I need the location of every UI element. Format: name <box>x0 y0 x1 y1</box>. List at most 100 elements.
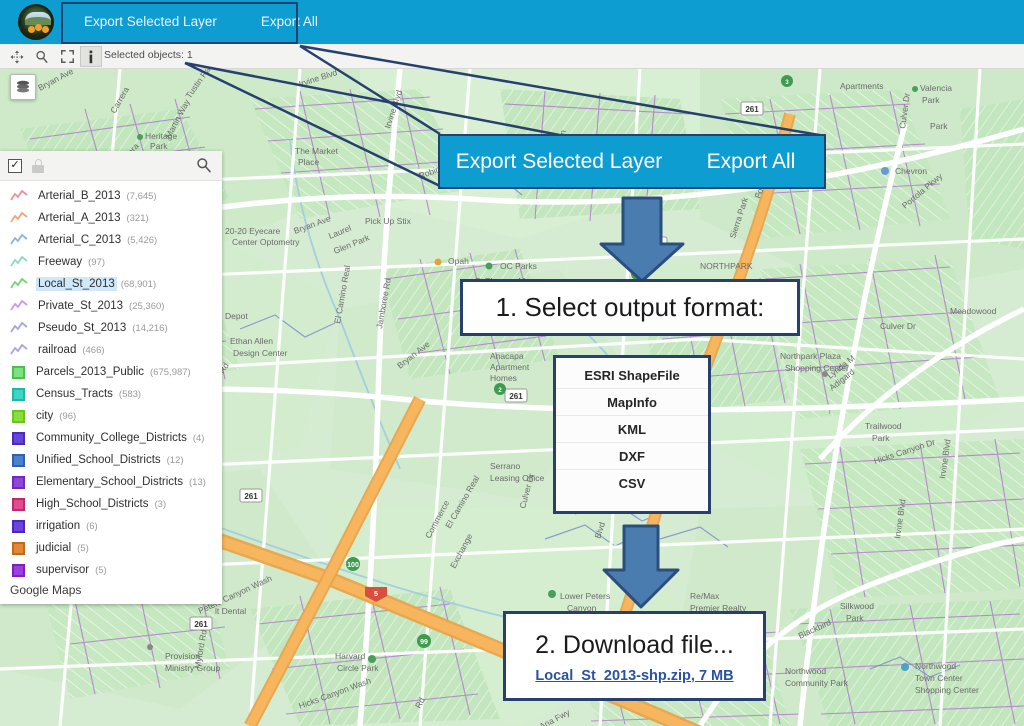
down-arrow-1 <box>597 196 687 284</box>
svg-text:Community Park: Community Park <box>785 678 849 688</box>
info-i-icon <box>85 50 97 64</box>
svg-text:lt Dental: lt Dental <box>215 606 246 616</box>
header-menu[interactable]: Export Selected LayerExport All <box>62 1 340 43</box>
layer-row[interactable]: Freeway(97) <box>0 251 222 273</box>
svg-text:Serrano: Serrano <box>490 461 521 471</box>
layer-row[interactable]: Community_College_Districts(4) <box>0 427 222 449</box>
line-symbol-icon <box>10 211 28 225</box>
layer-feature-count: (12) <box>167 455 184 466</box>
full-extent-tool-icon[interactable] <box>56 46 78 67</box>
svg-text:Depot: Depot <box>225 311 248 321</box>
output-format-dropdown[interactable]: ESRI ShapeFileMapInfoKMLDXFCSV <box>553 355 711 514</box>
basemap-layers-button[interactable] <box>10 74 36 100</box>
layer-row[interactable]: city (96) <box>0 405 222 427</box>
format-option[interactable]: CSV <box>556 470 708 497</box>
layer-feature-count: (6) <box>86 521 98 532</box>
svg-text:Northwood: Northwood <box>785 666 826 676</box>
layer-feature-count: (14,216) <box>132 323 167 334</box>
pan-tool-icon[interactable] <box>6 46 28 67</box>
svg-text:261: 261 <box>194 620 208 629</box>
line-symbol-icon <box>10 343 28 357</box>
svg-text:Town Center: Town Center <box>915 673 963 683</box>
layer-feature-count: (7,645) <box>126 191 156 202</box>
lock-icon[interactable] <box>32 159 44 173</box>
map-toolbar[interactable]: Selected objects: 1 <box>0 44 1024 69</box>
layer-feature-count: (5) <box>95 565 107 576</box>
map-attribution: Google Maps <box>10 583 81 597</box>
svg-text:Chevron: Chevron <box>895 166 927 176</box>
svg-text:Opah: Opah <box>448 256 469 266</box>
zoom-tool-icon[interactable] <box>31 46 53 67</box>
layer-row[interactable]: Pseudo_St_2013(14,216) <box>0 317 222 339</box>
down-arrow-2 <box>600 524 682 610</box>
layer-row[interactable]: supervisor(5) <box>0 559 222 581</box>
format-option[interactable]: MapInfo <box>556 389 708 416</box>
layer-name: judicial <box>34 541 73 555</box>
layer-name: Private_St_2013 <box>36 299 125 313</box>
layer-feature-count: (13) <box>189 477 206 488</box>
svg-text:Park: Park <box>846 613 864 623</box>
layer-feature-count: (96) <box>59 411 76 422</box>
polygon-symbol-icon <box>12 476 25 489</box>
layer-name: Local_St_2013 <box>36 277 117 291</box>
layer-feature-count: (466) <box>82 345 104 356</box>
layer-row[interactable]: Arterial_B_2013(7,645) <box>0 185 222 207</box>
svg-text:261: 261 <box>509 392 523 401</box>
layer-feature-count: (5) <box>77 543 89 554</box>
layer-row[interactable]: railroad(466) <box>0 339 222 361</box>
layer-row[interactable]: Elementary_School_Districts(13) <box>0 471 222 493</box>
svg-text:The Market: The Market <box>295 146 339 156</box>
layer-feature-count: (97) <box>88 257 105 268</box>
toggle-all-layers-checkbox[interactable]: ✓ <box>8 159 22 173</box>
layer-name: city <box>34 409 55 423</box>
svg-text:Anacapa: Anacapa <box>490 351 524 361</box>
svg-text:Shopping Center: Shopping Center <box>915 685 979 695</box>
export-bar-callout[interactable]: Export Selected Layer Export All <box>438 134 826 189</box>
svg-text:20-20 Eyecare: 20-20 Eyecare <box>225 226 281 236</box>
layer-name: Arterial_C_2013 <box>36 233 123 247</box>
layer-name: Arterial_A_2013 <box>36 211 122 225</box>
layer-list[interactable]: Arterial_B_2013(7,645)Arterial_A_2013(32… <box>0 181 222 581</box>
export-selected-layer[interactable]: Export Selected Layer <box>62 1 239 43</box>
polygon-symbol-icon <box>12 542 25 555</box>
layer-row[interactable]: Arterial_A_2013(321) <box>0 207 222 229</box>
layer-row[interactable]: High_School_Districts(3) <box>0 493 222 515</box>
layer-row[interactable]: Parcels_2013_Public(675,987) <box>0 361 222 383</box>
svg-text:Design Center: Design Center <box>233 348 288 358</box>
svg-text:Circle Park: Circle Park <box>337 663 379 673</box>
format-option[interactable]: KML <box>556 416 708 443</box>
search-icon[interactable] <box>196 157 212 173</box>
layer-row[interactable]: Local_St_2013 (68,901) <box>0 273 222 295</box>
line-symbol-icon <box>10 299 28 313</box>
layer-row[interactable]: Census_Tracts(583) <box>0 383 222 405</box>
svg-text:Northpark Plaza: Northpark Plaza <box>780 351 841 361</box>
layer-feature-count: (675,987) <box>150 367 191 378</box>
layer-feature-count: (3) <box>155 499 167 510</box>
export-all[interactable]: Export All <box>239 1 340 43</box>
svg-text:100: 100 <box>347 562 359 569</box>
line-symbol-icon <box>10 255 28 269</box>
svg-text:Re/Max: Re/Max <box>690 591 720 601</box>
callout-export-all[interactable]: Export All <box>678 150 824 174</box>
polygon-symbol-icon <box>12 366 25 379</box>
layer-row[interactable]: judicial (5) <box>0 537 222 559</box>
identify-tool-icon[interactable] <box>80 46 102 67</box>
layer-row[interactable]: Private_St_2013(25,360) <box>0 295 222 317</box>
layer-name: irrigation <box>34 519 82 533</box>
layer-row[interactable]: irrigation (6) <box>0 515 222 537</box>
svg-text:Center Optometry: Center Optometry <box>232 237 300 247</box>
layer-list-panel[interactable]: ✓ Arterial_B_2013(7,645)Arterial_A_2013(… <box>0 151 222 604</box>
polygon-symbol-icon <box>12 410 25 423</box>
download-file-link[interactable]: Local_St_2013-shp.zip, 7 MB <box>535 668 733 684</box>
layer-feature-count: (68,901) <box>121 279 156 290</box>
callout-export-selected-layer[interactable]: Export Selected Layer <box>440 150 678 174</box>
expand-corners-icon <box>61 50 74 63</box>
selected-objects-status: Selected objects: 1 <box>104 49 193 61</box>
format-option[interactable]: DXF <box>556 443 708 470</box>
layers-stack-icon <box>15 79 31 95</box>
layer-row[interactable]: Arterial_C_2013(5,426) <box>0 229 222 251</box>
layer-row[interactable]: Unified_School_Districts(12) <box>0 449 222 471</box>
svg-text:Valencia: Valencia <box>920 83 952 93</box>
svg-text:Apartments: Apartments <box>840 81 883 91</box>
format-option[interactable]: ESRI ShapeFile <box>556 362 708 389</box>
